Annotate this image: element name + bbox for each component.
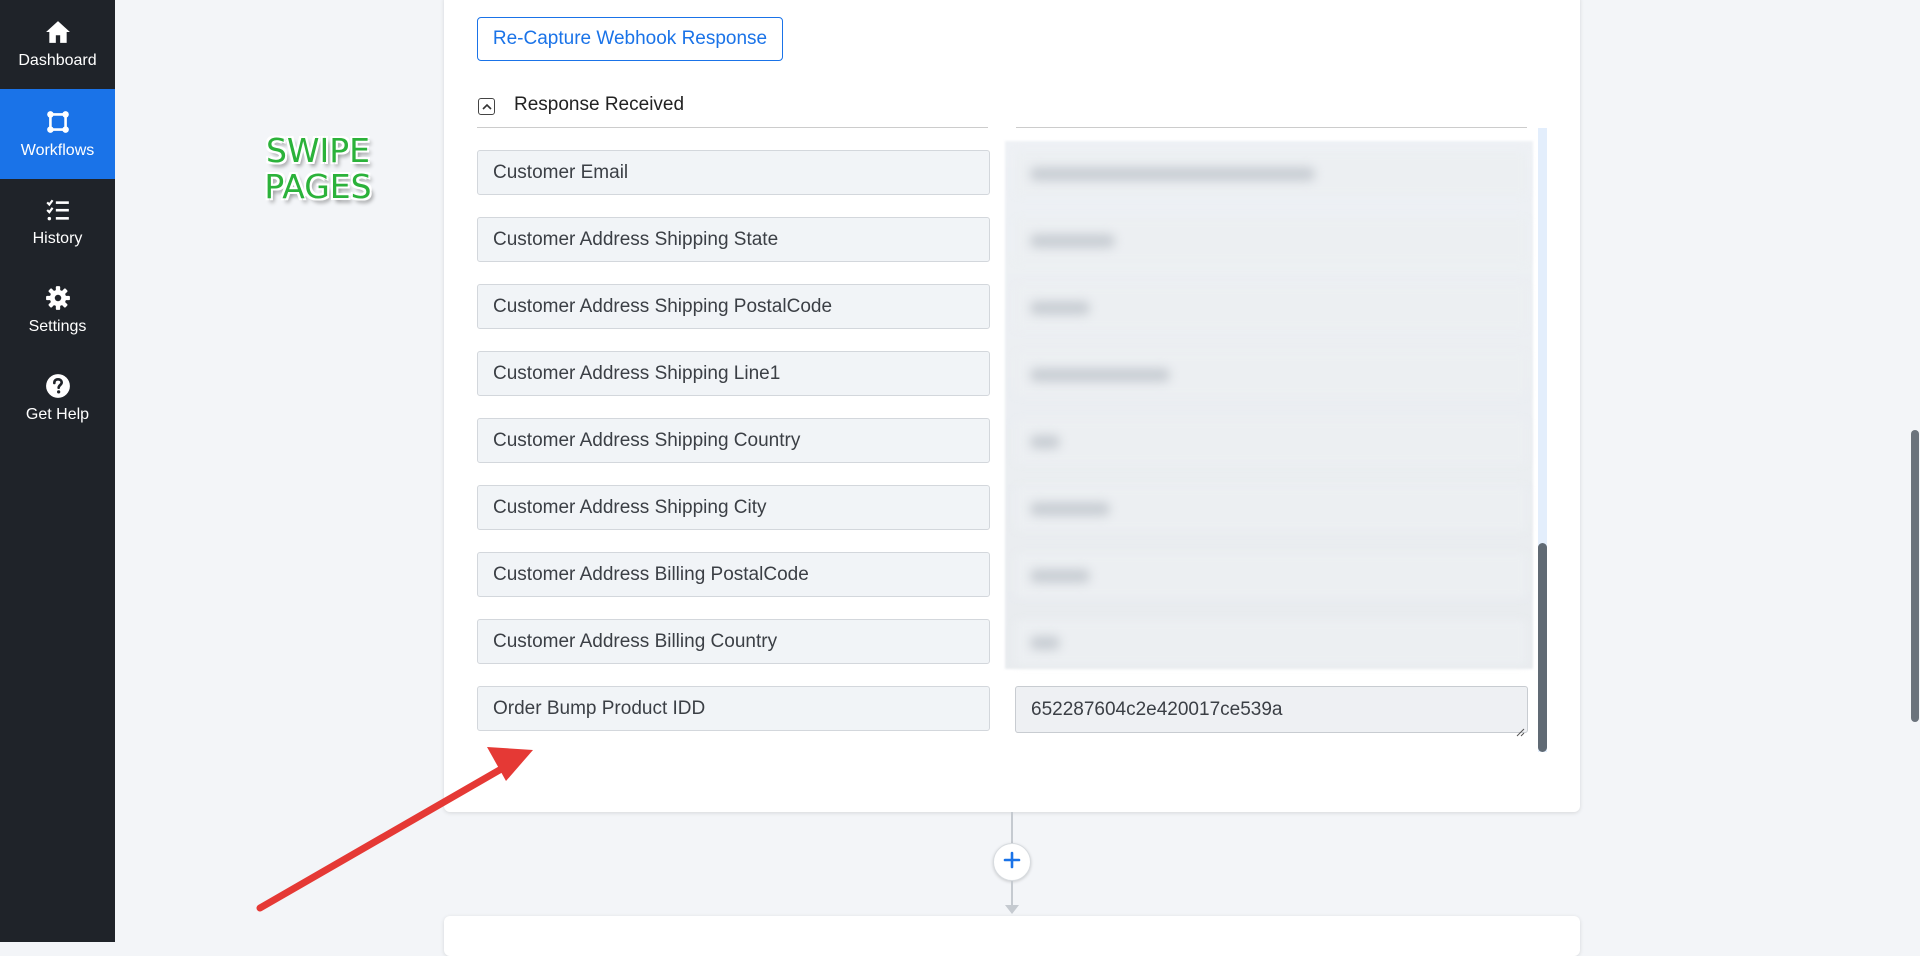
home-icon [45, 19, 71, 45]
divider [1016, 127, 1527, 128]
sidebar-item-label: Get Help [25, 405, 90, 423]
resize-handle-icon[interactable] [1516, 721, 1525, 737]
next-step-card [444, 916, 1580, 956]
field-label-shipping-postalcode[interactable]: Customer Address Shipping PostalCode [477, 284, 990, 329]
divider [477, 127, 988, 128]
field-label-customer-email[interactable]: Customer Email [477, 150, 990, 195]
section-title: Response Received [514, 94, 685, 115]
logo-line-1: SWIPE [265, 131, 371, 170]
blurred-value-field [1015, 419, 1527, 464]
connector-line [1011, 812, 1013, 843]
sidebar-item-get-help[interactable]: Get Help [0, 354, 115, 442]
chevron-up-icon [481, 98, 492, 116]
blurred-text [1030, 569, 1090, 583]
add-step-button[interactable] [993, 843, 1031, 881]
sidebar-item-label: Settings [28, 317, 87, 335]
help-icon [45, 373, 71, 399]
field-label-shipping-line1[interactable]: Customer Address Shipping Line1 [477, 351, 990, 396]
sidebar-item-settings[interactable]: Settings [0, 266, 115, 354]
sidebar-item-label: Workflows [20, 141, 95, 159]
field-label-order-bump-product-id[interactable]: Order Bump Product IDD [477, 686, 990, 731]
blurred-text [1030, 368, 1170, 382]
order-bump-product-id-value[interactable]: 652287604c2e420017ce539a [1015, 686, 1528, 737]
blurred-text [1030, 167, 1315, 181]
blurred-value-field [1015, 553, 1527, 598]
blurred-text [1030, 636, 1060, 650]
field-label-shipping-city[interactable]: Customer Address Shipping City [477, 485, 990, 530]
blurred-value-field [1015, 285, 1527, 330]
plus-icon [1003, 851, 1021, 874]
blurred-text [1030, 435, 1060, 449]
inner-scrollbar-thumb[interactable] [1538, 543, 1547, 752]
collapse-toggle[interactable] [478, 98, 495, 115]
field-value-text: 652287604c2e420017ce539a [1031, 698, 1283, 720]
sidebar: Dashboard Workflows History Settings Get… [0, 0, 115, 942]
sidebar-item-history[interactable]: History [0, 178, 115, 266]
field-label-billing-country[interactable]: Customer Address Billing Country [477, 619, 990, 664]
blurred-text [1030, 234, 1115, 248]
sidebar-item-workflows[interactable]: Workflows [0, 89, 115, 179]
field-label-billing-postalcode[interactable]: Customer Address Billing PostalCode [477, 552, 990, 597]
page-scrollbar-thumb[interactable] [1911, 430, 1919, 722]
field-label-shipping-country[interactable]: Customer Address Shipping Country [477, 418, 990, 463]
field-label-shipping-state[interactable]: Customer Address Shipping State [477, 217, 990, 262]
history-icon [45, 197, 71, 223]
sidebar-item-dashboard[interactable]: Dashboard [0, 0, 115, 88]
connector-line [1011, 881, 1013, 906]
arrow-down-icon [1005, 905, 1019, 914]
logo-line-2: PAGES [264, 167, 372, 206]
recapture-webhook-button[interactable]: Re-Capture Webhook Response [477, 17, 783, 61]
sidebar-item-label: Dashboard [18, 51, 97, 69]
sidebar-item-label: History [32, 229, 83, 247]
gear-icon [45, 285, 71, 311]
blurred-text [1030, 301, 1090, 315]
blurred-text [1030, 502, 1110, 516]
workflow-icon [45, 109, 71, 135]
swipe-pages-logo: SWIPE PAGES [258, 133, 378, 205]
blurred-value-field [1015, 620, 1527, 665]
